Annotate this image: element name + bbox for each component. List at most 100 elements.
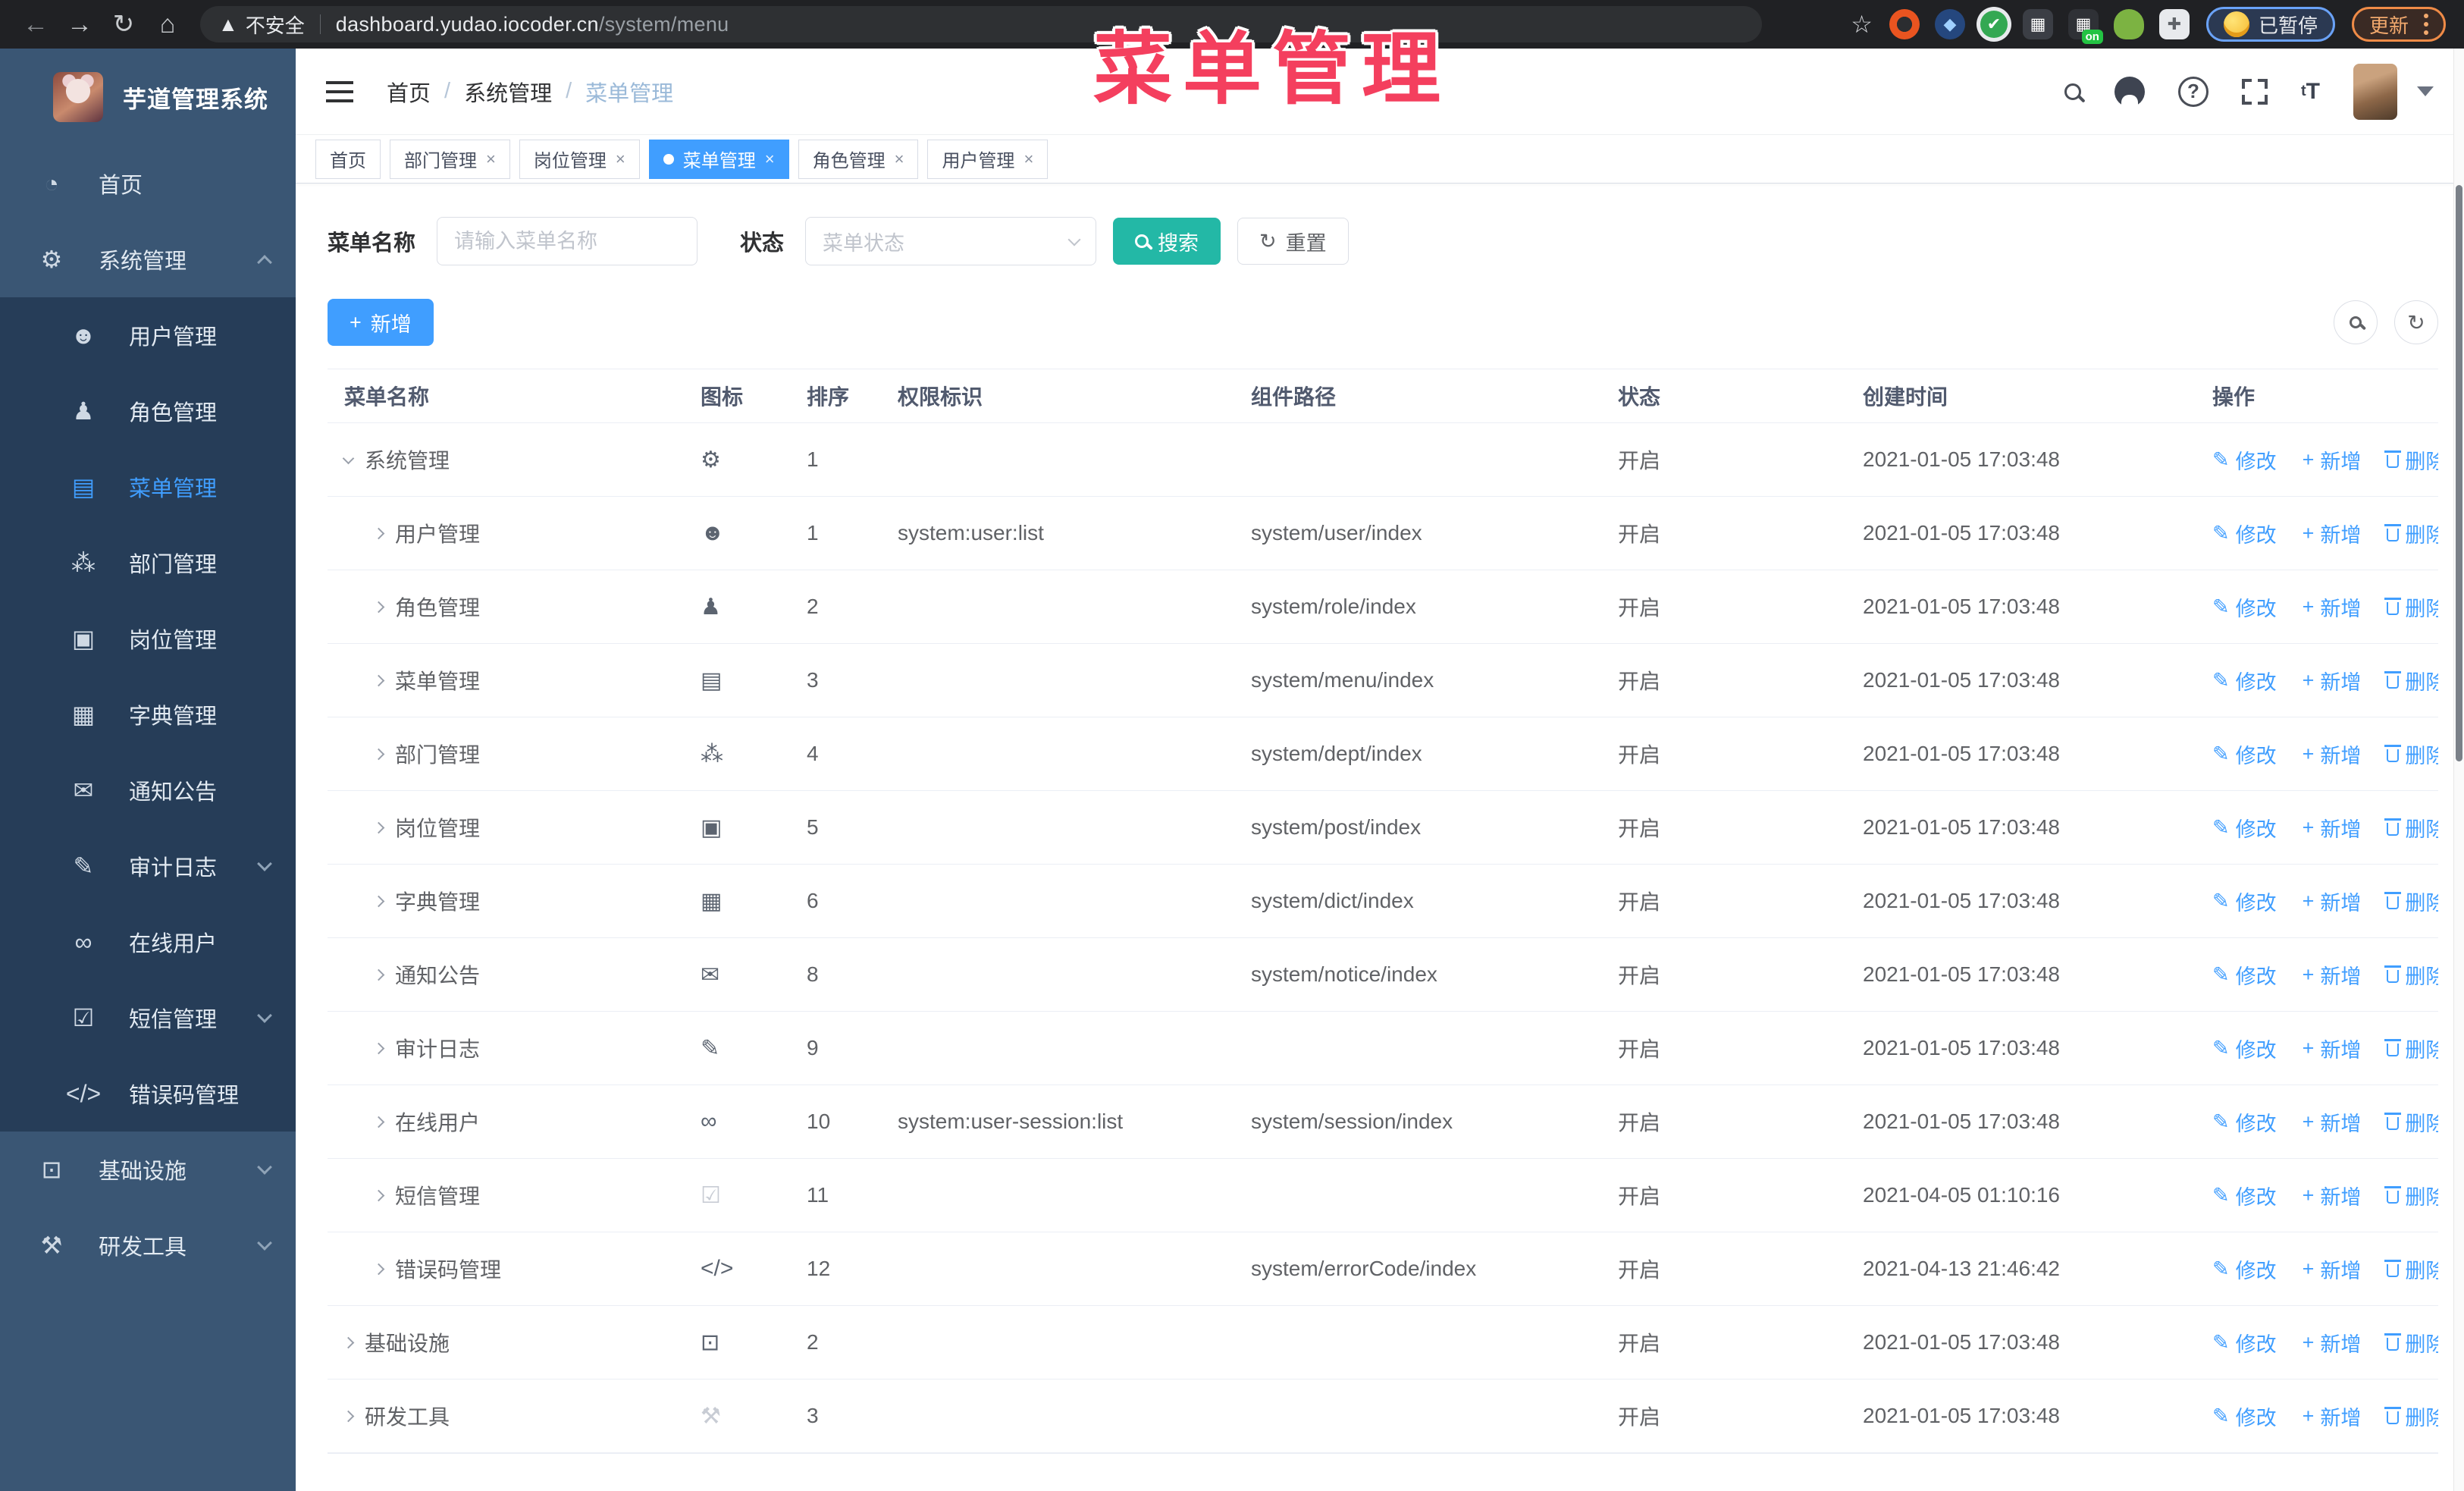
delete-row-button[interactable]: 删除 bbox=[2384, 1328, 2438, 1358]
vertical-scrollbar[interactable] bbox=[2453, 49, 2464, 1491]
delete-row-button[interactable]: 删除 bbox=[2384, 1402, 2438, 1431]
sidebar-item-岗位管理[interactable]: ▣ 岗位管理 bbox=[0, 601, 296, 676]
logo[interactable]: 芋道管理系统 bbox=[0, 49, 296, 146]
sidebar-item-基础设施[interactable]: ⊡ 基础设施 bbox=[0, 1132, 296, 1207]
tab-首页[interactable]: 首页 bbox=[315, 139, 381, 179]
add-row-button[interactable]: + 新增 bbox=[2303, 1402, 2362, 1431]
add-row-button[interactable]: + 新增 bbox=[2303, 1107, 2362, 1137]
delete-row-button[interactable]: 删除 bbox=[2384, 1254, 2438, 1284]
close-tab-icon[interactable]: × bbox=[1024, 149, 1033, 169]
close-tab-icon[interactable]: × bbox=[895, 149, 904, 169]
sidebar-item-用户管理[interactable]: ☻ 用户管理 bbox=[0, 297, 296, 373]
address-bar[interactable]: ▲ 不安全 dashboard.yudao.iocoder.cn/system/… bbox=[200, 6, 1762, 42]
not-secure-warning[interactable]: ▲ 不安全 bbox=[218, 11, 305, 39]
edit-row-button[interactable]: ✎ 修改 bbox=[2212, 739, 2277, 769]
add-row-button[interactable]: + 新增 bbox=[2303, 519, 2362, 548]
add-row-button[interactable]: + 新增 bbox=[2303, 592, 2362, 622]
close-tab-icon[interactable]: × bbox=[486, 149, 496, 169]
menu-name-input[interactable] bbox=[437, 217, 698, 265]
delete-row-button[interactable]: 删除 bbox=[2384, 445, 2438, 475]
expand-row-icon[interactable] bbox=[372, 748, 385, 760]
browser-menu-icon[interactable] bbox=[2424, 14, 2428, 35]
expand-row-icon[interactable] bbox=[372, 895, 385, 907]
blue-gem-extension[interactable]: ◆ bbox=[1934, 9, 1965, 39]
sidebar-item-错误码管理[interactable]: </> 错误码管理 bbox=[0, 1056, 296, 1132]
scrollbar-thumb[interactable] bbox=[2456, 185, 2462, 761]
add-row-button[interactable]: + 新增 bbox=[2303, 1181, 2362, 1210]
add-row-button[interactable]: + 新增 bbox=[2303, 666, 2362, 695]
edit-row-button[interactable]: ✎ 修改 bbox=[2212, 1254, 2277, 1284]
expand-row-icon[interactable] bbox=[372, 601, 385, 613]
home-icon[interactable]: ⌂ bbox=[146, 6, 190, 42]
tab-岗位管理[interactable]: 岗位管理 × bbox=[519, 139, 640, 179]
edit-row-button[interactable]: ✎ 修改 bbox=[2212, 445, 2277, 475]
search-button[interactable]: 搜索 bbox=[1113, 218, 1221, 265]
url-text[interactable]: dashboard.yudao.iocoder.cn/system/menu bbox=[336, 13, 729, 36]
reset-button[interactable]: ↻ 重置 bbox=[1237, 218, 1349, 265]
add-row-button[interactable]: + 新增 bbox=[2303, 739, 2362, 769]
sidebar-item-首页[interactable]: ◔ 首页 bbox=[0, 146, 296, 221]
delete-row-button[interactable]: 删除 bbox=[2384, 1034, 2438, 1063]
expand-row-icon[interactable] bbox=[372, 1042, 385, 1054]
reload-icon[interactable]: ↻ bbox=[102, 6, 146, 42]
paused-profile-badge[interactable]: 已暂停 bbox=[2205, 7, 2335, 42]
edit-row-button[interactable]: ✎ 修改 bbox=[2212, 666, 2277, 695]
tab-角色管理[interactable]: 角色管理 × bbox=[798, 139, 919, 179]
sidebar-item-研发工具[interactable]: ⚒ 研发工具 bbox=[0, 1207, 296, 1283]
delete-row-button[interactable]: 删除 bbox=[2384, 1181, 2438, 1210]
tab-部门管理[interactable]: 部门管理 × bbox=[390, 139, 510, 179]
expand-row-icon[interactable] bbox=[372, 1189, 385, 1201]
tab-菜单管理[interactable]: 菜单管理 × bbox=[648, 139, 789, 179]
delete-row-button[interactable]: 删除 bbox=[2384, 519, 2438, 548]
green-check-extension[interactable]: ✔ bbox=[1980, 11, 2008, 38]
delete-row-button[interactable]: 删除 bbox=[2384, 739, 2438, 769]
sidebar-item-在线用户[interactable]: ∞ 在线用户 bbox=[0, 904, 296, 980]
forward-icon[interactable]: → bbox=[58, 6, 102, 42]
expand-row-icon[interactable] bbox=[372, 1116, 385, 1128]
github-icon[interactable] bbox=[2114, 76, 2145, 107]
close-tab-icon[interactable]: × bbox=[616, 149, 625, 169]
search-icon[interactable] bbox=[2064, 83, 2081, 100]
edit-row-button[interactable]: ✎ 修改 bbox=[2212, 592, 2277, 622]
help-icon[interactable]: ? bbox=[2178, 76, 2209, 107]
bookmark-star-icon[interactable]: ☆ bbox=[1851, 10, 1873, 39]
expand-row-icon[interactable] bbox=[372, 674, 385, 686]
expand-row-icon[interactable] bbox=[372, 968, 385, 981]
delete-row-button[interactable]: 删除 bbox=[2384, 813, 2438, 843]
show-search-icon[interactable] bbox=[2334, 300, 2378, 344]
delete-row-button[interactable]: 删除 bbox=[2384, 666, 2438, 695]
add-button[interactable]: + 新增 bbox=[328, 299, 434, 346]
delete-row-button[interactable]: 删除 bbox=[2384, 960, 2438, 990]
delete-row-button[interactable]: 删除 bbox=[2384, 887, 2438, 916]
fullscreen-icon[interactable] bbox=[2242, 78, 2268, 105]
caret-down-icon[interactable] bbox=[2417, 86, 2434, 96]
on-badge-extension[interactable]: ▦ on bbox=[2067, 9, 2103, 44]
status-select[interactable]: 菜单状态 bbox=[805, 217, 1097, 265]
add-row-button[interactable]: + 新增 bbox=[2303, 445, 2362, 475]
sidebar-item-审计日志[interactable]: ✎ 审计日志 bbox=[0, 828, 296, 904]
expand-row-icon[interactable] bbox=[342, 1410, 355, 1422]
edit-row-button[interactable]: ✎ 修改 bbox=[2212, 1034, 2277, 1063]
back-icon[interactable]: ← bbox=[14, 6, 58, 42]
edit-row-button[interactable]: ✎ 修改 bbox=[2212, 813, 2277, 843]
green-bot-extension[interactable] bbox=[2113, 9, 2144, 39]
delete-row-button[interactable]: 删除 bbox=[2384, 1107, 2438, 1137]
add-row-button[interactable]: + 新增 bbox=[2303, 887, 2362, 916]
collapse-sidebar-icon[interactable] bbox=[326, 80, 353, 102]
expand-row-icon[interactable] bbox=[372, 1263, 385, 1275]
refresh-icon[interactable]: ↻ bbox=[2394, 300, 2438, 344]
sidebar-item-通知公告[interactable]: ✉ 通知公告 bbox=[0, 752, 296, 828]
blue-grid-extension[interactable]: ▦ bbox=[2022, 9, 2053, 39]
font-size-icon[interactable]: tT bbox=[2301, 79, 2320, 105]
sidebar-item-短信管理[interactable]: ☑ 短信管理 bbox=[0, 980, 296, 1056]
delete-row-button[interactable]: 删除 bbox=[2384, 592, 2438, 622]
edit-row-button[interactable]: ✎ 修改 bbox=[2212, 519, 2277, 548]
edit-row-button[interactable]: ✎ 修改 bbox=[2212, 887, 2277, 916]
white-puzzle-extension[interactable]: ✚ bbox=[2158, 9, 2190, 39]
edit-row-button[interactable]: ✎ 修改 bbox=[2212, 1328, 2277, 1358]
breadcrumb-item[interactable]: 首页 bbox=[387, 76, 431, 108]
sidebar-item-菜单管理[interactable]: ▤ 菜单管理 bbox=[0, 449, 296, 525]
edit-row-button[interactable]: ✎ 修改 bbox=[2212, 1107, 2277, 1137]
add-row-button[interactable]: + 新增 bbox=[2303, 960, 2362, 990]
expand-row-icon[interactable] bbox=[372, 821, 385, 833]
